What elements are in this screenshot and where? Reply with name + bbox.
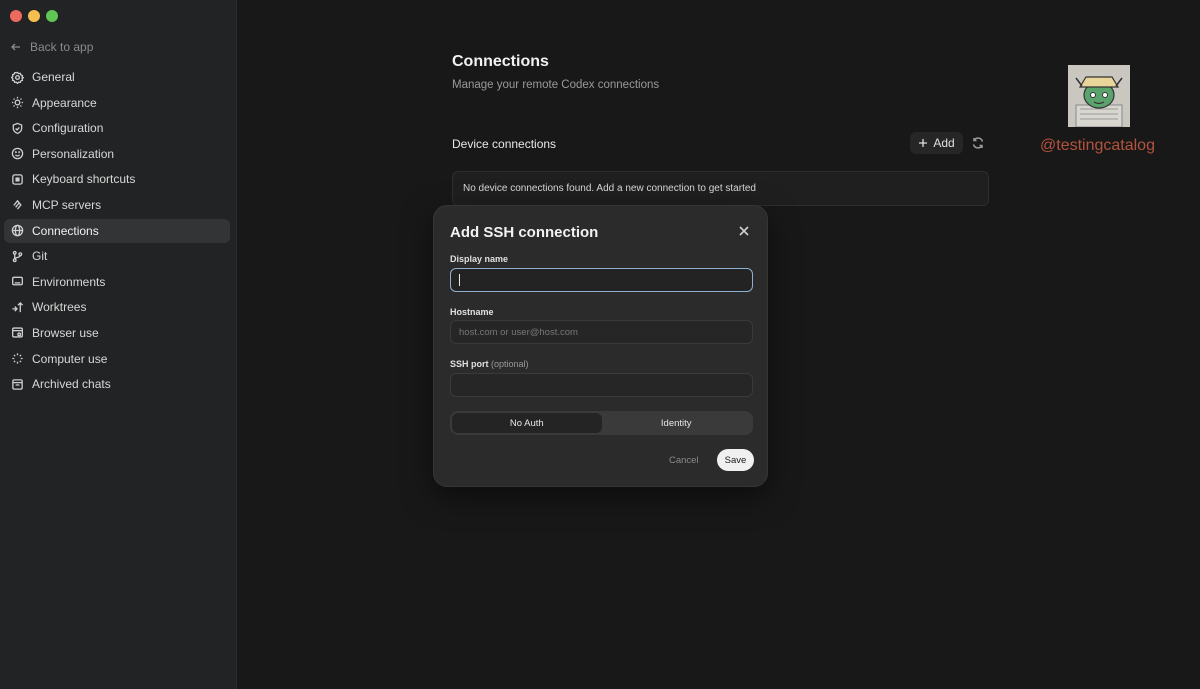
sidebar-item-label: Worktrees xyxy=(32,300,87,315)
auth-segmented-control: No Auth Identity xyxy=(450,411,753,435)
gear-icon xyxy=(10,70,24,84)
empty-state-message: No device connections found. Add a new c… xyxy=(452,171,989,206)
back-label: Back to app xyxy=(30,40,94,54)
back-to-app-link[interactable]: Back to app xyxy=(10,40,93,54)
mcp-icon xyxy=(10,198,24,212)
sidebar-item-git[interactable]: Git xyxy=(4,244,230,268)
maximize-window-button[interactable] xyxy=(46,10,58,22)
archive-icon xyxy=(10,377,24,391)
globe-icon xyxy=(10,224,24,238)
page-subtitle: Manage your remote Codex connections xyxy=(452,79,660,91)
hostname-label: Hostname xyxy=(450,307,494,317)
settings-nav: General Appearance Configuration Persona… xyxy=(4,65,230,398)
sidebar-item-label: General xyxy=(32,70,75,84)
save-button[interactable]: Save xyxy=(717,449,754,471)
display-name-input[interactable] xyxy=(450,268,753,292)
sun-icon xyxy=(10,96,24,110)
hostname-input[interactable] xyxy=(450,320,753,344)
sidebar-item-mcp-servers[interactable]: MCP servers xyxy=(4,193,230,217)
minimize-window-button[interactable] xyxy=(28,10,40,22)
sidebar-item-label: Personalization xyxy=(32,146,115,161)
sidebar: Back to app General Appearance Configura… xyxy=(0,0,237,689)
sidebar-item-keyboard-shortcuts[interactable]: Keyboard shortcuts xyxy=(4,167,230,191)
refresh-button[interactable] xyxy=(971,136,985,150)
sidebar-item-archived-chats[interactable]: Archived chats xyxy=(4,372,230,396)
ssh-port-input[interactable] xyxy=(450,373,753,397)
sidebar-item-computer-use[interactable]: Computer use xyxy=(4,347,230,371)
browser-icon xyxy=(10,326,24,340)
section-title: Device connections xyxy=(452,137,557,151)
sidebar-item-label: Environments xyxy=(32,274,106,289)
sidebar-item-general[interactable]: General xyxy=(4,65,230,89)
avatar xyxy=(1068,65,1130,127)
sidebar-item-connections[interactable]: Connections xyxy=(4,218,230,243)
sidebar-item-personalization[interactable]: Personalization xyxy=(4,142,230,166)
sidebar-item-label: Configuration xyxy=(32,121,104,136)
sidebar-item-label: Browser use xyxy=(32,325,99,340)
avatar-illustration xyxy=(1068,65,1130,127)
close-icon xyxy=(739,226,749,236)
arrow-left-icon xyxy=(11,43,20,51)
dialog-title: Add SSH connection xyxy=(450,224,599,241)
keyboard-icon xyxy=(10,172,24,186)
sidebar-item-appearance[interactable]: Appearance xyxy=(4,91,230,115)
sidebar-item-worktrees[interactable]: Worktrees xyxy=(4,295,230,319)
window-controls xyxy=(10,10,58,22)
sidebar-item-label: Connections xyxy=(32,223,99,238)
monitor-icon xyxy=(10,275,24,289)
display-name-label: Display name xyxy=(450,254,509,264)
sidebar-item-label: Appearance xyxy=(32,95,97,110)
watermark: @testingcatalog xyxy=(1040,137,1155,154)
app-window: Back to app General Appearance Configura… xyxy=(0,0,1200,689)
git-branch-icon xyxy=(10,249,24,263)
text-caret xyxy=(459,274,460,286)
plus-icon xyxy=(919,139,928,147)
ssh-port-label-text: SSH port xyxy=(450,359,489,369)
shield-icon xyxy=(10,121,24,135)
sidebar-item-label: Git xyxy=(32,249,48,264)
add-connection-button[interactable]: Add xyxy=(910,132,963,154)
ssh-port-optional: (optional) xyxy=(491,359,529,369)
refresh-icon xyxy=(972,137,984,149)
sidebar-item-label: Computer use xyxy=(32,351,108,366)
add-ssh-connection-dialog: Add SSH connection Display name Hostname… xyxy=(433,205,768,487)
sidebar-item-label: MCP servers xyxy=(32,197,102,212)
sidebar-item-configuration[interactable]: Configuration xyxy=(4,116,230,140)
add-label: Add xyxy=(933,136,955,150)
ssh-port-label: SSH port (optional) xyxy=(450,359,529,369)
close-window-button[interactable] xyxy=(10,10,22,22)
sidebar-item-label: Keyboard shortcuts xyxy=(32,172,136,187)
sidebar-item-label: Archived chats xyxy=(32,377,111,392)
smile-icon xyxy=(10,147,24,161)
auth-option-no-auth[interactable]: No Auth xyxy=(452,413,602,433)
dialog-close-button[interactable] xyxy=(739,223,753,237)
sidebar-item-environments[interactable]: Environments xyxy=(4,270,230,294)
page-title: Connections xyxy=(452,53,549,70)
sparkle-icon xyxy=(10,352,24,366)
auth-option-identity[interactable]: Identity xyxy=(602,413,752,433)
worktree-icon xyxy=(10,300,24,314)
cancel-button[interactable]: Cancel xyxy=(669,455,699,466)
sidebar-item-browser-use[interactable]: Browser use xyxy=(4,321,230,345)
